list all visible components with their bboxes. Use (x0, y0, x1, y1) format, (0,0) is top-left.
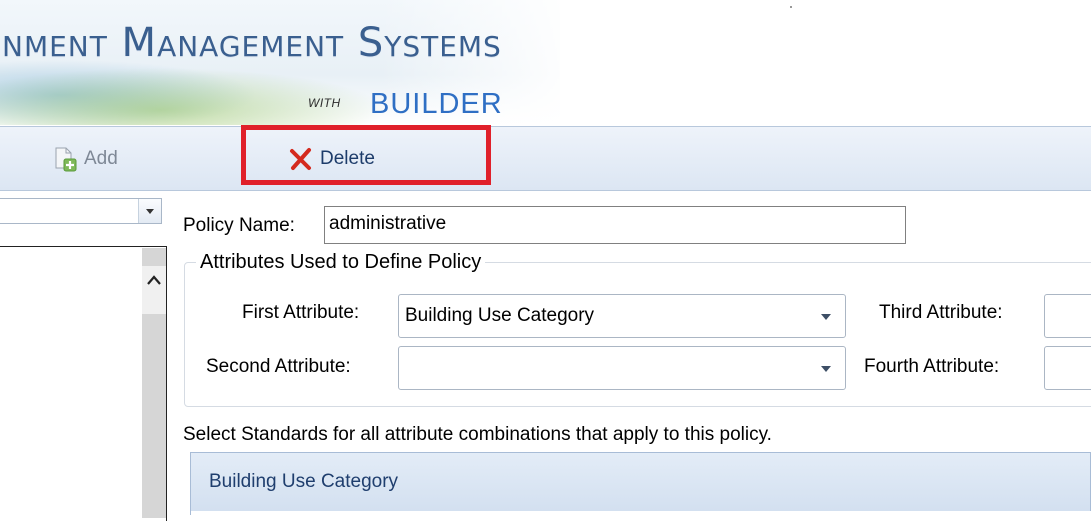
chevron-up-icon (147, 275, 161, 285)
chevron-down-icon[interactable] (138, 199, 161, 223)
instruction-text: Select Standards for all attribute combi… (183, 424, 772, 445)
banner-dot (790, 6, 792, 8)
policy-list-scrollbar[interactable] (142, 248, 166, 518)
chevron-down-icon (821, 314, 831, 320)
add-document-icon (52, 146, 78, 172)
scroll-up-button[interactable] (142, 266, 166, 314)
third-attribute-dropdown[interactable] (1044, 294, 1091, 338)
policy-name-input[interactable]: administrative (324, 206, 906, 244)
standards-grid-body (190, 511, 1091, 515)
fourth-attribute-dropdown[interactable] (1044, 346, 1091, 390)
app-subtitle-with: WITH (308, 96, 341, 110)
second-attribute-label: Second Attribute: (206, 356, 351, 377)
app-subtitle-builder: BUILDER (370, 88, 503, 120)
standards-grid-header: Building Use Category (190, 452, 1091, 512)
delete-highlight-annotation (241, 125, 491, 185)
third-attribute-label: Third Attribute: (879, 302, 1003, 323)
app-title: nment Management Systems (2, 20, 502, 66)
fourth-attribute-label: Fourth Attribute: (864, 356, 1000, 377)
policy-name-label: Policy Name: (183, 215, 295, 236)
add-button[interactable]: Add (52, 145, 118, 173)
second-attribute-dropdown[interactable] (398, 346, 846, 390)
toolbar: Add Delete (0, 126, 1091, 191)
left-filter-dropdown[interactable] (0, 198, 162, 224)
column-header-building-use-category[interactable]: Building Use Category (209, 471, 398, 493)
header-banner: nment Management Systems WITH BUILDER (0, 0, 1091, 125)
chevron-down-icon (821, 366, 831, 372)
add-button-label: Add (84, 148, 118, 169)
first-attribute-dropdown[interactable]: Building Use Category (398, 294, 846, 338)
first-attribute-label: First Attribute: (242, 302, 360, 323)
attributes-group-title: Attributes Used to Define Policy (196, 251, 486, 274)
first-attribute-value: Building Use Category (405, 305, 595, 326)
